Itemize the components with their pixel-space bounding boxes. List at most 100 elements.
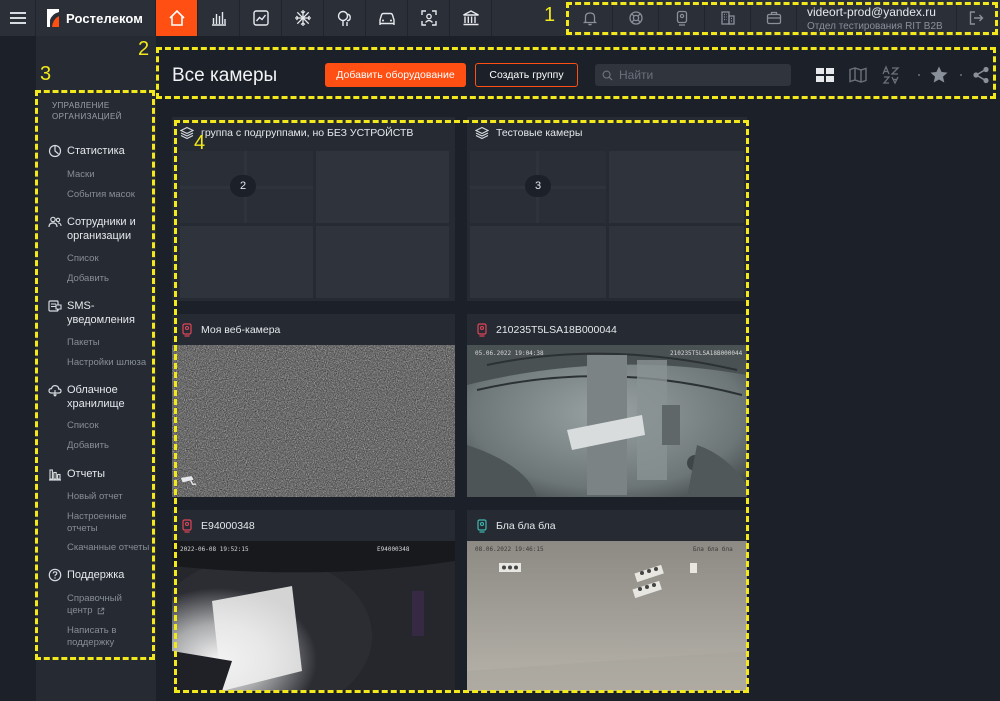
sidebar-item-sms[interactable]: SMS- уведомления [48,299,135,327]
osd-timestamp: 08.06.2022 19:46:15 [475,546,544,553]
camera-preview [172,345,455,497]
external-link-icon [97,607,104,615]
tile-name: Моя веб-камера [201,323,281,336]
organization-button[interactable] [704,0,750,36]
sort-button[interactable] [881,65,901,85]
nav-home[interactable] [156,0,198,36]
sidebar-link-mask-events[interactable]: События масок [67,189,135,201]
share-button[interactable] [971,65,991,85]
osd-timestamp: 2022-06-08 19:52:15 [180,546,249,553]
favorites-button[interactable] [929,65,949,85]
sidebar-link-packages[interactable]: Пакеты [67,337,100,349]
camera-tile[interactable]: 210235T5LSA18B000044 05.06.2022 19:04:38… [467,314,747,497]
sidebar-link-masks[interactable]: Маски [67,169,95,181]
osd-timestamp: 05.06.2022 19:04:38 [475,350,544,357]
camera-offline-icon [477,322,487,337]
sidebar-item-employees[interactable]: Сотрудники и организации [48,215,136,243]
preview-cell [180,226,313,298]
noise-feed [172,345,455,497]
camera-tile[interactable]: Моя веб-камера [172,314,455,497]
sidebar-link-storage-list[interactable]: Список [67,420,99,432]
group-tile[interactable]: Тестовые камеры 3 [467,117,747,301]
bar-chart-icon [211,12,226,26]
briefcase-icon [766,11,781,25]
user-email: videort-prod@yandex.ru [807,4,936,19]
hamburger-icon [9,12,26,24]
nav-trends[interactable] [240,0,282,36]
create-group-button[interactable]: Создать группу [475,63,578,87]
sidebar-item-statistics[interactable]: Статистика [48,144,125,158]
nav-climate[interactable] [282,0,324,36]
sidebar-item-cloud-storage[interactable]: Облачное хранилище [48,383,125,411]
annotation-label-1: 1 [544,4,556,26]
devices-button[interactable] [658,0,704,36]
top-bar: Ростелеком videort-prod@yandex.ru Отдел … [0,0,1000,36]
search-icon [602,70,613,81]
reports-icon [49,469,61,481]
sidebar-item-reports[interactable]: Отчеты [48,467,105,481]
building-icon [720,11,735,25]
user-department: Отдел тестирования RIT B2B [807,20,943,32]
preview-cell [247,189,313,223]
sidebar-item-support[interactable]: Поддержка [48,568,124,582]
brand-logo[interactable]: Ростелеком [36,0,156,36]
sidebar-link-configured-reports[interactable]: Настроенные отчеты [67,511,127,535]
tile-name: 210235T5LSA18B000044 [496,323,617,336]
camera-tile[interactable]: E94000348 2022-06-08 19:52:15 E94000348 [172,510,455,691]
menu-button[interactable] [0,0,36,36]
tile-header: Моя веб-камера [172,314,280,345]
sidebar-link-employee-list[interactable]: Список [67,253,99,265]
camera-device-icon [676,10,687,26]
group-tile[interactable]: группа с подгруппами, но БЕЗ УСТРОЙСТВ 2 [172,117,455,301]
logout-icon [969,11,983,25]
nav-faces[interactable] [324,0,366,36]
sidebar-link-downloaded-reports[interactable]: Скачанные отчеты [67,542,149,554]
preview-cell [609,151,744,223]
face-scan-icon [420,10,437,26]
search-input[interactable] [619,68,779,82]
search-box[interactable] [595,64,791,86]
user-account[interactable]: videort-prod@yandex.ru Отдел тестировани… [796,0,956,36]
sidebar-link-gateway-settings[interactable]: Настройки шлюза [67,357,146,369]
notifications-button[interactable] [566,0,612,36]
sidebar-link-storage-add[interactable]: Добавить [67,440,109,452]
preview-cell [470,226,606,298]
grid-view-button[interactable] [815,65,835,85]
people-icon [48,216,62,228]
nav-analytics[interactable] [198,0,240,36]
map-view-button[interactable] [848,65,868,85]
sidebar-item-label: Поддержка [67,569,125,581]
sidebar-link-help-center[interactable]: Справочный центр [67,593,122,617]
camera-offline-icon [182,518,192,533]
preview-cell [609,226,744,298]
sidebar-item-label: хранилище [67,398,125,410]
preview-cell [247,151,313,186]
support-button[interactable] [612,0,658,36]
tile-name: Бла бла бла [496,519,556,532]
camera-feed [467,541,747,691]
tile-header: E94000348 [172,510,255,541]
bank-icon [462,10,479,26]
sidebar-item-label: Статистика [67,145,125,157]
layers-icon [475,126,489,139]
line-chart-icon [252,10,269,26]
separator-dot [918,74,920,76]
camera-tile[interactable]: Бла бла бла 08.06.2022 19:46:15 Бла бла … [467,510,747,691]
logout-button[interactable] [956,0,994,36]
sidebar-link-new-report[interactable]: Новый отчет [67,491,123,503]
services-button[interactable] [750,0,796,36]
preview-cell [316,226,449,298]
main-nav [156,0,492,36]
tile-header: 210235T5LSA18B000044 [467,314,617,345]
camera-preview: 05.06.2022 19:04:38 210235T5LSA18B000044 [467,345,747,497]
bell-icon [582,12,597,26]
sidebar-link-write-support[interactable]: Написать в поддержку [67,625,116,649]
add-equipment-button[interactable]: Добавить оборудование [325,63,466,87]
osd-camera-id: E94000348 [377,546,410,553]
sidebar-link-employee-add[interactable]: Добавить [67,273,109,285]
nav-bank[interactable] [450,0,492,36]
camera-feed [172,541,455,691]
tile-name: E94000348 [201,519,255,532]
nav-face-recognition[interactable] [408,0,450,36]
nav-vehicles[interactable] [366,0,408,36]
